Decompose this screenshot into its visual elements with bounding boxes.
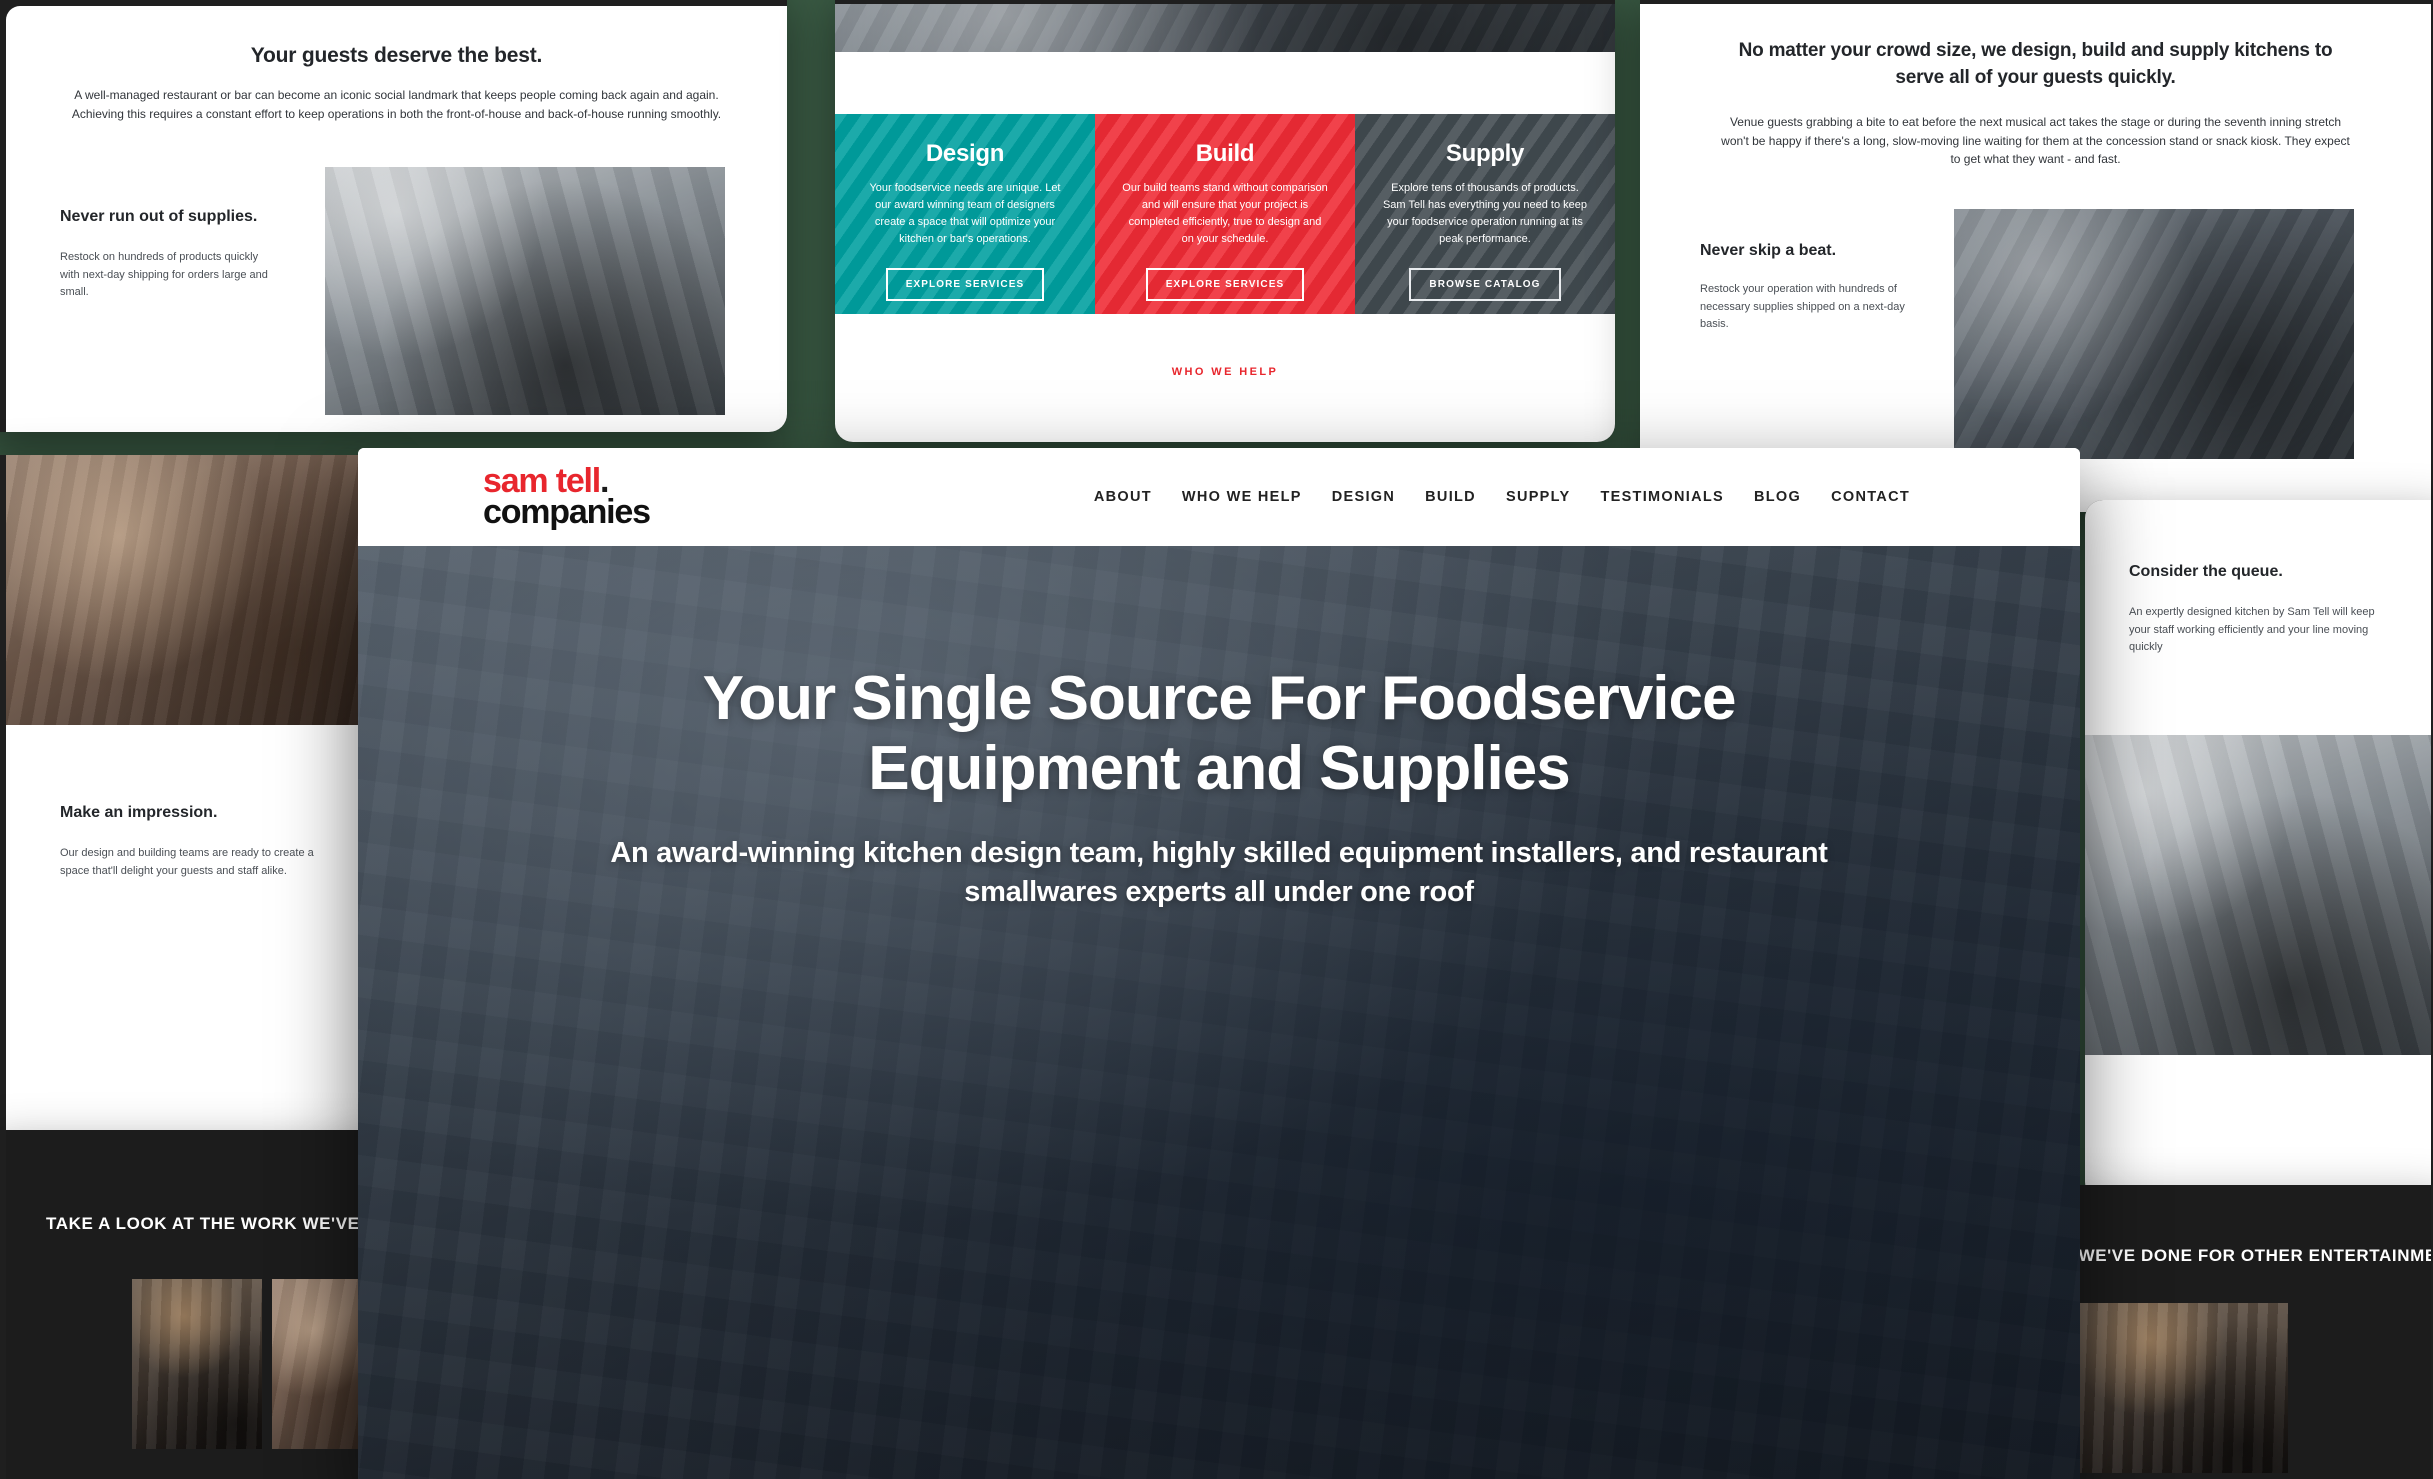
venue-dark-banner: SEE WHAT WE'VE DONE FOR OTHER ENTERTAINM… bbox=[2020, 1246, 2431, 1265]
hero-section: Your Single Source For Foodservice Equip… bbox=[358, 546, 2080, 1479]
service-panels: Design Your foodservice needs are unique… bbox=[835, 114, 1615, 314]
restaurant-page-title: Your guests deserve the best. bbox=[250, 44, 543, 67]
venue-page-title: No matter your crowd size, we design, bu… bbox=[1738, 40, 2333, 88]
queue-copy: Consider the queue. An expertly designed… bbox=[2085, 500, 2431, 657]
nav-link-design[interactable]: DESIGN bbox=[1332, 489, 1395, 505]
browse-catalog-button[interactable]: BROWSE CATALOG bbox=[1409, 268, 1561, 302]
logo-line-2: companies bbox=[483, 493, 651, 531]
site-navbar: sam tell. companies ABOUT WHO WE HELP DE… bbox=[358, 448, 2080, 546]
restaurant-supplies-block: Never run out of supplies. Restock on hu… bbox=[6, 167, 787, 416]
venue-intro: No matter your crowd size, we design, bu… bbox=[1640, 4, 2431, 169]
queue-body: An expertly designed kitchen by Sam Tell… bbox=[2129, 606, 2375, 654]
panel-title: Build bbox=[1195, 140, 1255, 167]
panel-body: Explore tens of thousands of products. S… bbox=[1382, 182, 1588, 246]
hero-heading: Your Single Source For Foodservice Equip… bbox=[702, 664, 1737, 804]
screenshot-card-restaurant-projects[interactable]: TAKE A LOOK AT THE WORK WE'VE DONE FOR O… bbox=[0, 1130, 402, 1479]
nav-link-build[interactable]: BUILD bbox=[1425, 489, 1476, 505]
primary-navigation: ABOUT WHO WE HELP DESIGN BUILD SUPPLY TE… bbox=[1094, 489, 2020, 505]
venue-beat-block: Never skip a beat. Restock your operatio… bbox=[1640, 208, 2431, 459]
queue-title: Consider the queue. bbox=[2129, 563, 2283, 580]
panel-body: Your foodservice needs are unique. Let o… bbox=[869, 182, 1061, 246]
nav-link-contact[interactable]: CONTACT bbox=[1831, 489, 1910, 505]
supplies-body: Restock on hundreds of products quickly … bbox=[60, 251, 268, 299]
sam-tell-logo[interactable]: sam tell. companies bbox=[483, 464, 651, 531]
main-website-screenshot[interactable]: sam tell. companies ABOUT WHO WE HELP DE… bbox=[358, 448, 2080, 1479]
impression-body: Our design and building teams are ready … bbox=[60, 847, 314, 877]
nav-link-blog[interactable]: BLOG bbox=[1754, 489, 1801, 505]
explore-services-button-design[interactable]: EXPLORE SERVICES bbox=[885, 268, 1045, 302]
hero-copy: Your Single Source For Foodservice Equip… bbox=[358, 546, 2080, 911]
restaurant-page-body: A well-managed restaurant or bar can bec… bbox=[71, 88, 722, 121]
panel-body: Our build teams stand without comparison… bbox=[1122, 182, 1328, 246]
nav-link-who-we-help[interactable]: WHO WE HELP bbox=[1182, 489, 1302, 505]
who-we-help-eyebrow: WHO WE HELP bbox=[835, 314, 1615, 378]
white-spacer bbox=[835, 52, 1615, 114]
photo-chef-hood bbox=[2085, 734, 2431, 1055]
photo-hero-strip bbox=[835, 4, 1615, 52]
service-panel-build[interactable]: Build Our build teams stand without comp… bbox=[1095, 114, 1355, 314]
supplies-copy: Never run out of supplies. Restock on hu… bbox=[60, 167, 275, 415]
showcase-stage: Your guests deserve the best. A well-man… bbox=[0, 0, 2433, 1479]
photo-kitchen-staff-tablet bbox=[325, 167, 725, 416]
beat-copy: Never skip a beat. Restock your operatio… bbox=[1700, 209, 1908, 459]
screenshot-card-restaurant-top[interactable]: Your guests deserve the best. A well-man… bbox=[0, 0, 787, 432]
card-content: Your guests deserve the best. A well-man… bbox=[6, 6, 787, 432]
service-panel-supply[interactable]: Supply Explore tens of thousands of prod… bbox=[1355, 114, 1615, 314]
venue-page-body: Venue guests grabbing a bite to eat befo… bbox=[1721, 115, 2350, 167]
photo-manager-laptop bbox=[1954, 208, 2354, 459]
nav-link-about[interactable]: ABOUT bbox=[1094, 489, 1152, 505]
photo-venue-concession bbox=[2058, 1302, 2288, 1473]
hero-subheading: An award-winning kitchen design team, hi… bbox=[610, 837, 1828, 908]
supplies-title: Never run out of supplies. bbox=[60, 208, 258, 226]
panel-title: Supply bbox=[1445, 140, 1525, 167]
beat-body: Restock your operation with hundreds of … bbox=[1700, 282, 1905, 331]
beat-title: Never skip a beat. bbox=[1700, 241, 1837, 259]
explore-services-button-build[interactable]: EXPLORE SERVICES bbox=[1145, 268, 1305, 302]
restaurant-intro: Your guests deserve the best. A well-man… bbox=[6, 6, 787, 123]
restaurant-dark-banner: TAKE A LOOK AT THE WORK WE'VE DONE FOR O… bbox=[46, 1214, 402, 1233]
project-thumbnails bbox=[6, 1237, 402, 1449]
card-content: Make an impression. Our design and build… bbox=[6, 455, 382, 1175]
card-content: Consider the queue. An expertly designed… bbox=[2085, 500, 2431, 1200]
screenshot-card-venue-middle[interactable]: Consider the queue. An expertly designed… bbox=[2085, 500, 2433, 1200]
service-panel-design[interactable]: Design Your foodservice needs are unique… bbox=[835, 114, 1095, 314]
screenshot-card-services[interactable]: Design Your foodservice needs are unique… bbox=[835, 0, 1615, 442]
nav-link-supply[interactable]: SUPPLY bbox=[1506, 489, 1570, 505]
screenshot-card-venue-projects[interactable]: SEE WHAT WE'VE DONE FOR OTHER ENTERTAINM… bbox=[2020, 1185, 2433, 1479]
screenshot-card-venue-top[interactable]: No matter your crowd size, we design, bu… bbox=[1640, 0, 2433, 512]
nav-link-testimonials[interactable]: TESTIMONIALS bbox=[1600, 489, 1724, 505]
photo-bar-shelves bbox=[132, 1278, 262, 1449]
card-content: Design Your foodservice needs are unique… bbox=[835, 4, 1615, 442]
panel-title: Design bbox=[925, 140, 1005, 167]
card-content: SEE WHAT WE'VE DONE FOR OTHER ENTERTAINM… bbox=[2020, 1185, 2431, 1479]
card-content: No matter your crowd size, we design, bu… bbox=[1640, 4, 2431, 512]
screenshot-card-restaurant-middle[interactable]: Make an impression. Our design and build… bbox=[0, 455, 382, 1175]
impression-copy: Make an impression. Our design and build… bbox=[6, 725, 382, 880]
impression-title: Make an impression. bbox=[60, 804, 218, 821]
card-content: TAKE A LOOK AT THE WORK WE'VE DONE FOR O… bbox=[6, 1130, 402, 1479]
photo-two-chefs bbox=[6, 455, 382, 725]
